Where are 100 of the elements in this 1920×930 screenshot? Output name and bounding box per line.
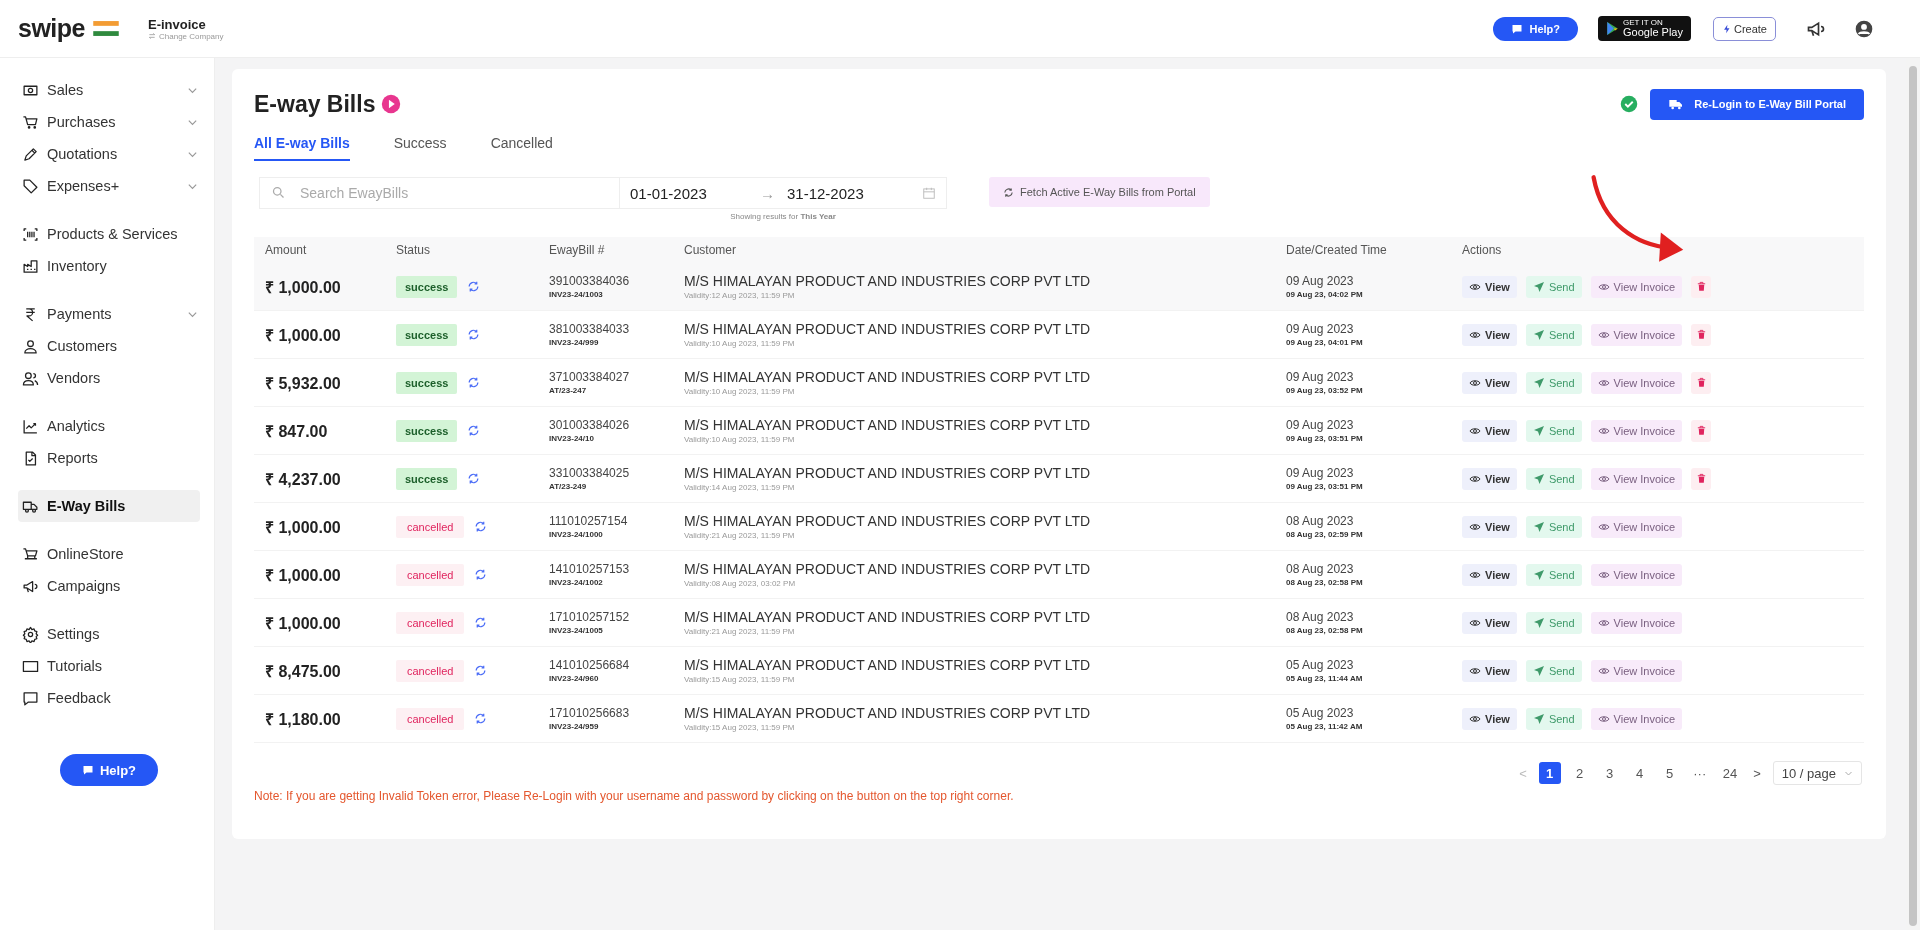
customer-name: M/S HIMALAYAN PRODUCT AND INDUSTRIES CORP PVT LTD [684,465,1092,481]
status-badge: cancelled [396,707,465,730]
sync-icon[interactable] [474,568,488,581]
page-number[interactable]: ··· [1688,762,1711,784]
sidebar-item[interactable]: Purchases [18,106,200,138]
customer-name: M/S HIMALAYAN PRODUCT AND INDUSTRIES CORP PVT LTD [684,609,1092,625]
table-row[interactable]: ₹ 5,932.00 success 371003384027 AT/23-247 M/S HIMALAYAN PRODUCT AND INDUSTRIES CORP PVT LTD Validity:10 Aug 2023, 11:59 PM 09 Aug 2023 09 Aug 23, 03:52 PM View Send View Invoice [254,359,1864,407]
action-button[interactable]: View Invoice [1590,659,1683,682]
sidebar-item[interactable]: Reports [18,442,200,474]
table-row[interactable]: ₹ 1,000.00 cancelled 111010257154 INV23-24/1000 M/S HIMALAYAN PRODUCT AND INDUSTRIES CORP PVT LTD Validity:21 Aug 2023, 11:59 PM 08 Aug 2023 08 Aug 23, 02:59 PM View Send View Invoice [254,503,1864,551]
page-number[interactable]: 1 [1538,762,1561,784]
table-row[interactable]: ₹ 1,000.00 cancelled 141010257153 INV23-24/1002 M/S HIMALAYAN PRODUCT AND INDUSTRIES CORP PVT LTD Validity:08 Aug 2023, 03:02 PM 08 Aug 2023 08 Aug 23, 02:58 PM View Send View Invoice [254,551,1864,599]
sync-icon[interactable] [474,664,488,677]
action-button[interactable]: View Invoice [1590,611,1683,634]
action-button[interactable]: View Invoice [1590,419,1683,442]
sidebar-item[interactable]: Products & Services [18,218,200,250]
user-avatar-icon[interactable] [1854,18,1874,39]
sync-icon[interactable] [474,616,488,629]
sync-icon[interactable] [474,712,488,725]
amount-cell-text: ₹ 8,475.00 [265,661,342,682]
table-row[interactable]: ₹ 1,180.00 cancelled 171010256683 INV23-24/959 M/S HIMALAYAN PRODUCT AND INDUSTRIES CORP PVT LTD Validity:15 Aug 2023, 11:59 PM 05 Aug 2023 05 Aug 23, 11:42 AM View Send View Invoice [254,695,1864,743]
note-text: Note: If you are getting Invalid Token error, Please Re-Login with your username and password by clicking on the button on the top right corner. [254,789,1015,803]
company-name[interactable]: E-invoice [148,16,224,32]
customer-name: M/S HIMALAYAN PRODUCT AND INDUSTRIES CORP PVT LTD [684,561,1092,577]
action-button[interactable]: View [1462,371,1517,394]
sync-icon[interactable] [467,424,481,437]
next-page[interactable]: > [1749,765,1765,781]
table-row[interactable]: ₹ 1,000.00 success 391003384036 INV23-24/1003 M/S HIMALAYAN PRODUCT AND INDUSTRIES CORP PVT LTD Validity:12 Aug 2023, 11:59 PM 09 Aug 2023 09 Aug 23, 04:02 PM View Send View Invoice [254,263,1864,311]
sidebar-item[interactable]: Inventory [18,250,200,282]
action-button[interactable]: View Invoice [1590,467,1683,490]
sidebar-item[interactable]: E-Way Bills [18,490,200,522]
search-field[interactable]: Search EwayBills [259,177,619,209]
table-row[interactable]: ₹ 4,237.00 success 331003384025 AT/23-249 M/S HIMALAYAN PRODUCT AND INDUSTRIES CORP PVT LTD Validity:14 Aug 2023, 11:59 PM 09 Aug 2023 09 Aug 23, 03:51 PM View Send View Invoice [254,455,1864,503]
action-button[interactable]: View [1462,467,1517,490]
sidebar-item[interactable]: Expenses+ [18,170,200,202]
page-number[interactable]: 2 [1568,762,1591,784]
page-number[interactable]: 3 [1598,762,1621,784]
google-play-badge[interactable]: GET IT ON Google Play [1598,16,1691,41]
customer-name: M/S HIMALAYAN PRODUCT AND INDUSTRIES CORP PVT LTD [684,417,1092,433]
sync-icon[interactable] [474,520,488,533]
date-text: 09 Aug 2023 [1286,370,1355,384]
delete-button[interactable] [1691,419,1712,442]
table-row[interactable]: ₹ 1,000.00 success 381003384033 INV23-24/999 M/S HIMALAYAN PRODUCT AND INDUSTRIES CORP PVT LTD Validity:10 Aug 2023, 11:59 PM 09 Aug 2023 09 Aug 23, 04:01 PM View Send View Invoice [254,311,1864,359]
page-size-select[interactable]: 10 / page [1772,761,1862,785]
delete-button[interactable] [1691,467,1712,490]
action-button[interactable]: View [1462,707,1517,730]
page-number[interactable]: 5 [1658,762,1681,784]
create-button[interactable]: Create [1712,16,1776,41]
eway-bill-number: 171010257152 [549,610,631,624]
help-button[interactable]: Help? [59,754,159,786]
sidebar-item[interactable]: Tutorials [18,650,200,682]
sidebar-item[interactable]: Customers [18,330,200,362]
action-button[interactable]: View [1462,563,1517,586]
tab[interactable]: Success [393,129,447,161]
fetch-button[interactable]: Fetch Active E-Way Bills from Portal [989,177,1210,207]
sync-icon[interactable] [467,328,481,341]
sync-icon[interactable] [467,280,481,293]
sidebar-item[interactable]: OnlineStore [18,538,200,570]
action-button[interactable]: View [1462,275,1517,298]
delete-button[interactable] [1691,275,1712,298]
table-row[interactable]: ₹ 8,475.00 cancelled 141010256684 INV23-24/960 M/S HIMALAYAN PRODUCT AND INDUSTRIES CORP PVT LTD Validity:15 Aug 2023, 11:59 PM 05 Aug 2023 05 Aug 23, 11:44 AM View Send View Invoice [254,647,1864,695]
action-button[interactable]: View [1462,515,1517,538]
action-button[interactable]: View [1462,659,1517,682]
range-note: Showing results for This Year [730,212,836,221]
action-button[interactable]: View Invoice [1590,515,1683,538]
sidebar-item[interactable]: Settings [18,618,200,650]
action-button[interactable]: View [1462,611,1517,634]
invoice-number: INV23-24/959 [549,722,600,731]
validity-text: Validity:08 Aug 2023, 03:02 PM [684,579,797,588]
page-number[interactable]: 24 [1718,762,1742,784]
sidebar-item[interactable]: Campaigns [18,570,200,602]
help-button[interactable]: Help? [1493,16,1579,41]
tab[interactable]: All E-way Bills [254,129,350,161]
date-range-field[interactable]: 01-01-2023 → 31-12-2023 [619,177,947,209]
amount-cell-text: ₹ 5,932.00 [265,373,342,394]
delete-button[interactable] [1691,371,1712,394]
sidebar-item[interactable]: Payments [18,298,200,330]
page-number[interactable]: 4 [1628,762,1651,784]
sidebar-item[interactable]: Feedback [18,682,200,714]
column-header: EwayBill # [549,243,606,257]
sidebar-item[interactable]: Sales [18,74,200,106]
delete-button[interactable] [1691,323,1712,346]
relogin-button[interactable]: Re-Login to E-Way Bill Portal [1650,88,1864,120]
validity-text: Validity:21 Aug 2023, 11:59 PM [684,627,796,636]
tab[interactable]: Cancelled [490,129,553,161]
action-button[interactable]: View Invoice [1590,371,1683,394]
action-button[interactable]: View Invoice [1590,563,1683,586]
sidebar-item[interactable]: Quotations [18,138,200,170]
action-button[interactable]: View Invoice [1590,275,1683,298]
action-button[interactable]: View [1462,419,1517,442]
action-button[interactable]: View Invoice [1590,323,1683,346]
action-button[interactable]: View Invoice [1590,707,1683,730]
sidebar-item[interactable]: Analytics [18,410,200,442]
sidebar-item[interactable]: Vendors [18,362,200,394]
table-row[interactable]: ₹ 1,000.00 cancelled 171010257152 INV23-24/1005 M/S HIMALAYAN PRODUCT AND INDUSTRIES CORP PVT LTD Validity:21 Aug 2023, 11:59 PM 08 Aug 2023 08 Aug 23, 02:58 PM View Send View Invoice [254,599,1864,647]
sync-icon[interactable] [467,376,481,389]
play-icon[interactable] [381,94,402,114]
table-row[interactable]: ₹ 847.00 success 301003384026 INV23-24/10 M/S HIMALAYAN PRODUCT AND INDUSTRIES CORP PVT LTD Validity:10 Aug 2023, 11:59 PM 09 Aug 2023 09 Aug 23, 03:51 PM View Send View Invoice [254,407,1864,455]
sync-icon[interactable] [467,472,481,485]
action-button[interactable]: View [1462,323,1517,346]
